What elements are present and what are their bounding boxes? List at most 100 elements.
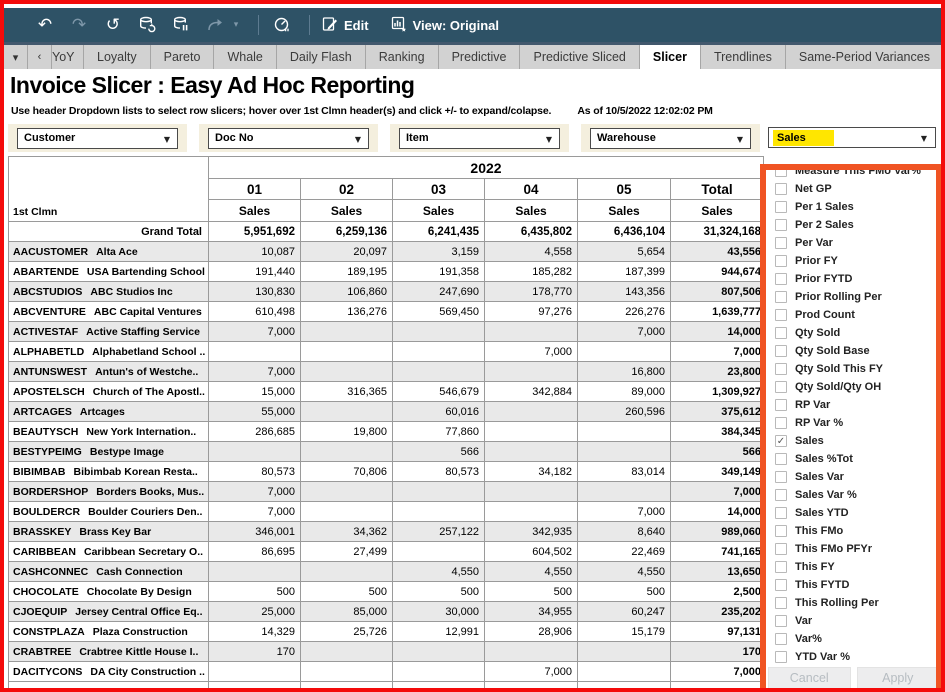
- row-label[interactable]: CASHCONNECCash Connection: [9, 562, 209, 582]
- checkbox-icon[interactable]: [775, 255, 787, 267]
- cell-value[interactable]: 4,550: [393, 562, 485, 582]
- revert-icon[interactable]: ↺: [102, 17, 124, 34]
- cell-value[interactable]: 187,399: [578, 262, 671, 282]
- cell-value[interactable]: 741,165: [671, 542, 764, 562]
- cell-value[interactable]: [301, 482, 393, 502]
- first-column-header[interactable]: 1st Clmn: [9, 157, 209, 222]
- measure-item-sales-tot[interactable]: Sales %Tot: [766, 450, 941, 468]
- measure-item-sales[interactable]: ✓Sales: [766, 432, 941, 450]
- cell-value[interactable]: 170: [671, 642, 764, 662]
- cell-value[interactable]: [209, 442, 301, 462]
- cell-value[interactable]: 346,001: [209, 522, 301, 542]
- cell-value[interactable]: 7,000: [671, 662, 764, 682]
- measure-dropdown[interactable]: Sales ▼: [768, 127, 936, 148]
- cell-value[interactable]: [578, 662, 671, 682]
- cell-value[interactable]: [485, 402, 578, 422]
- view-original-button[interactable]: View: Original: [391, 16, 499, 35]
- cell-value[interactable]: 85,000: [301, 602, 393, 622]
- row-label[interactable]: ANTUNSWESTAntun's of Westche..: [9, 362, 209, 382]
- cell-value[interactable]: 1,309,927: [671, 382, 764, 402]
- cell-value[interactable]: 70,806: [301, 462, 393, 482]
- checkbox-icon[interactable]: [775, 651, 787, 663]
- cell-value[interactable]: 12,991: [393, 622, 485, 642]
- cell-value[interactable]: 80,573: [393, 462, 485, 482]
- cell-value[interactable]: 546,679: [393, 382, 485, 402]
- cell-value[interactable]: 27,499: [301, 542, 393, 562]
- cell-value[interactable]: 604,502: [485, 542, 578, 562]
- checkbox-icon[interactable]: [775, 525, 787, 537]
- cell-value[interactable]: 235,202: [671, 602, 764, 622]
- cell-value[interactable]: [301, 662, 393, 682]
- cell-value[interactable]: 4,550: [485, 562, 578, 582]
- checkbox-icon[interactable]: [775, 237, 787, 249]
- row-label[interactable]: BORDERSHOPBorders Books, Mus..: [9, 482, 209, 502]
- cell-value[interactable]: 77,860: [393, 422, 485, 442]
- cell-value[interactable]: 500: [578, 582, 671, 602]
- cell-value[interactable]: [393, 642, 485, 662]
- grand-total-value[interactable]: 6,435,802: [485, 222, 578, 242]
- cell-value[interactable]: 106,860: [301, 282, 393, 302]
- cell-value[interactable]: [301, 562, 393, 582]
- checkbox-icon[interactable]: [775, 417, 787, 429]
- cell-value[interactable]: 30,000: [393, 602, 485, 622]
- tab-same-period-variances[interactable]: Same-Period Variances: [786, 45, 941, 69]
- cell-value[interactable]: 22,469: [578, 542, 671, 562]
- tab-pareto[interactable]: Pareto: [151, 45, 215, 69]
- measure-item-this-rolling-per[interactable]: This Rolling Per: [766, 594, 941, 612]
- cell-value[interactable]: 342,935: [485, 522, 578, 542]
- checkbox-icon[interactable]: [775, 615, 787, 627]
- cell-value[interactable]: [209, 662, 301, 682]
- row-label[interactable]: CJOEQUIPJersey Central Office Eq..: [9, 602, 209, 622]
- grand-total-value[interactable]: 6,436,104: [578, 222, 671, 242]
- cell-value[interactable]: 7,000: [209, 322, 301, 342]
- tab-whale[interactable]: Whale: [214, 45, 276, 69]
- cell-value[interactable]: 7,000: [578, 322, 671, 342]
- cell-value[interactable]: [209, 342, 301, 362]
- measure-item-qty-sold-this-fy[interactable]: Qty Sold This FY: [766, 360, 941, 378]
- redo-icon[interactable]: ↷: [68, 17, 90, 34]
- column-header-05[interactable]: 05: [578, 179, 671, 200]
- cell-value[interactable]: 375,612: [671, 402, 764, 422]
- measure-item-measure-this-fmo-var[interactable]: Measure This FMo Var%: [766, 162, 941, 180]
- cell-value[interactable]: 500: [393, 582, 485, 602]
- cell-value[interactable]: 43,556: [671, 242, 764, 262]
- cell-value[interactable]: [393, 482, 485, 502]
- cell-value[interactable]: 178,770: [485, 282, 578, 302]
- cell-value[interactable]: 7,000: [578, 502, 671, 522]
- cell-value[interactable]: [301, 402, 393, 422]
- cell-value[interactable]: 14,329: [209, 622, 301, 642]
- checkbox-icon[interactable]: [775, 561, 787, 573]
- cell-value[interactable]: [393, 342, 485, 362]
- grand-total-value[interactable]: 6,241,435: [393, 222, 485, 242]
- column-header-total[interactable]: Total: [671, 179, 764, 200]
- cell-value[interactable]: 5,654: [578, 242, 671, 262]
- measure-item-rp-var[interactable]: RP Var %: [766, 414, 941, 432]
- year-header[interactable]: 2022: [209, 157, 764, 179]
- filter-dropdown-doc-no[interactable]: Doc No▼: [208, 128, 369, 149]
- cell-value[interactable]: 143,356: [578, 282, 671, 302]
- cell-value[interactable]: 989,060: [671, 522, 764, 542]
- checkbox-checked-icon[interactable]: ✓: [775, 435, 787, 447]
- cell-value[interactable]: 13,650: [671, 562, 764, 582]
- tab-daily-flash[interactable]: Daily Flash: [277, 45, 366, 69]
- row-label[interactable]: DACITYCONSDA City Construction ..: [9, 662, 209, 682]
- cell-value[interactable]: [578, 342, 671, 362]
- cell-value[interactable]: [485, 502, 578, 522]
- checkbox-icon[interactable]: [775, 633, 787, 645]
- checkbox-icon[interactable]: [775, 327, 787, 339]
- cell-value[interactable]: 170: [209, 642, 301, 662]
- cell-value[interactable]: [301, 642, 393, 662]
- row-label[interactable]: CONSTPLAZAPlaza Construction: [9, 622, 209, 642]
- cell-value[interactable]: 286,685: [209, 422, 301, 442]
- tab-trendlines[interactable]: Trendlines: [701, 45, 786, 69]
- measure-item-sales-var[interactable]: Sales Var %: [766, 486, 941, 504]
- checkbox-icon[interactable]: [775, 597, 787, 609]
- cell-value[interactable]: 191,358: [393, 262, 485, 282]
- cell-value[interactable]: 23,800: [671, 362, 764, 382]
- row-label[interactable]: ABARTENDEUSA Bartending School: [9, 262, 209, 282]
- measure-item-prior-fy[interactable]: Prior FY: [766, 252, 941, 270]
- cell-value[interactable]: 3,159: [393, 242, 485, 262]
- cell-value[interactable]: 316,365: [301, 382, 393, 402]
- column-header-04[interactable]: 04: [485, 179, 578, 200]
- cell-value[interactable]: [485, 642, 578, 662]
